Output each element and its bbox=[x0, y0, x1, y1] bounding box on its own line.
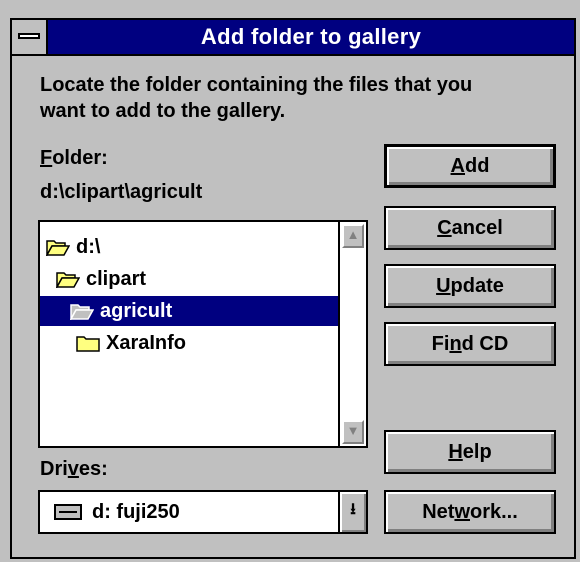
update-button[interactable]: Update bbox=[384, 264, 556, 308]
add-folder-dialog: Add folder to gallery Locate the folder … bbox=[10, 18, 576, 559]
system-menu-icon bbox=[18, 33, 40, 39]
folder-label: Folder: bbox=[40, 147, 108, 169]
add-button[interactable]: Add bbox=[384, 144, 556, 188]
closed-folder-icon bbox=[76, 336, 100, 352]
drives-dropdown[interactable]: d: fuji250 ⭳ bbox=[38, 490, 368, 534]
scroll-down-arrow-icon[interactable]: ▼ bbox=[342, 420, 364, 444]
hard-drive-icon bbox=[54, 504, 82, 520]
list-item-d-root[interactable]: d:\ bbox=[46, 232, 100, 262]
list-item-clipart[interactable]: clipart bbox=[56, 264, 146, 294]
folder-tree-list[interactable]: d:\ clipart agricult XaraInfo ▲ ▼ bbox=[38, 220, 368, 448]
list-item-agricult[interactable]: agricult bbox=[40, 296, 338, 326]
open-folder-icon bbox=[46, 240, 70, 256]
open-folder-icon bbox=[70, 304, 94, 320]
instruction-text: Locate the folder containing the files t… bbox=[40, 74, 473, 122]
find-cd-button[interactable]: Find CD bbox=[384, 322, 556, 366]
drives-label: Drives: bbox=[40, 458, 108, 480]
cancel-button[interactable]: Cancel bbox=[384, 206, 556, 250]
system-menu-button[interactable] bbox=[12, 20, 48, 54]
list-item-xarainfo[interactable]: XaraInfo bbox=[76, 328, 186, 358]
selected-drive: d: fuji250 bbox=[92, 500, 180, 523]
dialog-title: Add folder to gallery bbox=[200, 24, 422, 49]
vertical-scrollbar[interactable]: ▲ ▼ bbox=[338, 222, 366, 446]
network-button[interactable]: Network... bbox=[384, 490, 556, 534]
scroll-up-arrow-icon[interactable]: ▲ bbox=[342, 224, 364, 248]
open-folder-icon bbox=[56, 272, 80, 288]
dropdown-arrow-icon[interactable]: ⭳ bbox=[338, 492, 366, 532]
current-folder-path: d:\clipart\agricult bbox=[40, 181, 203, 203]
title-bar: Add folder to gallery bbox=[12, 20, 574, 56]
help-button[interactable]: Help bbox=[384, 430, 556, 474]
